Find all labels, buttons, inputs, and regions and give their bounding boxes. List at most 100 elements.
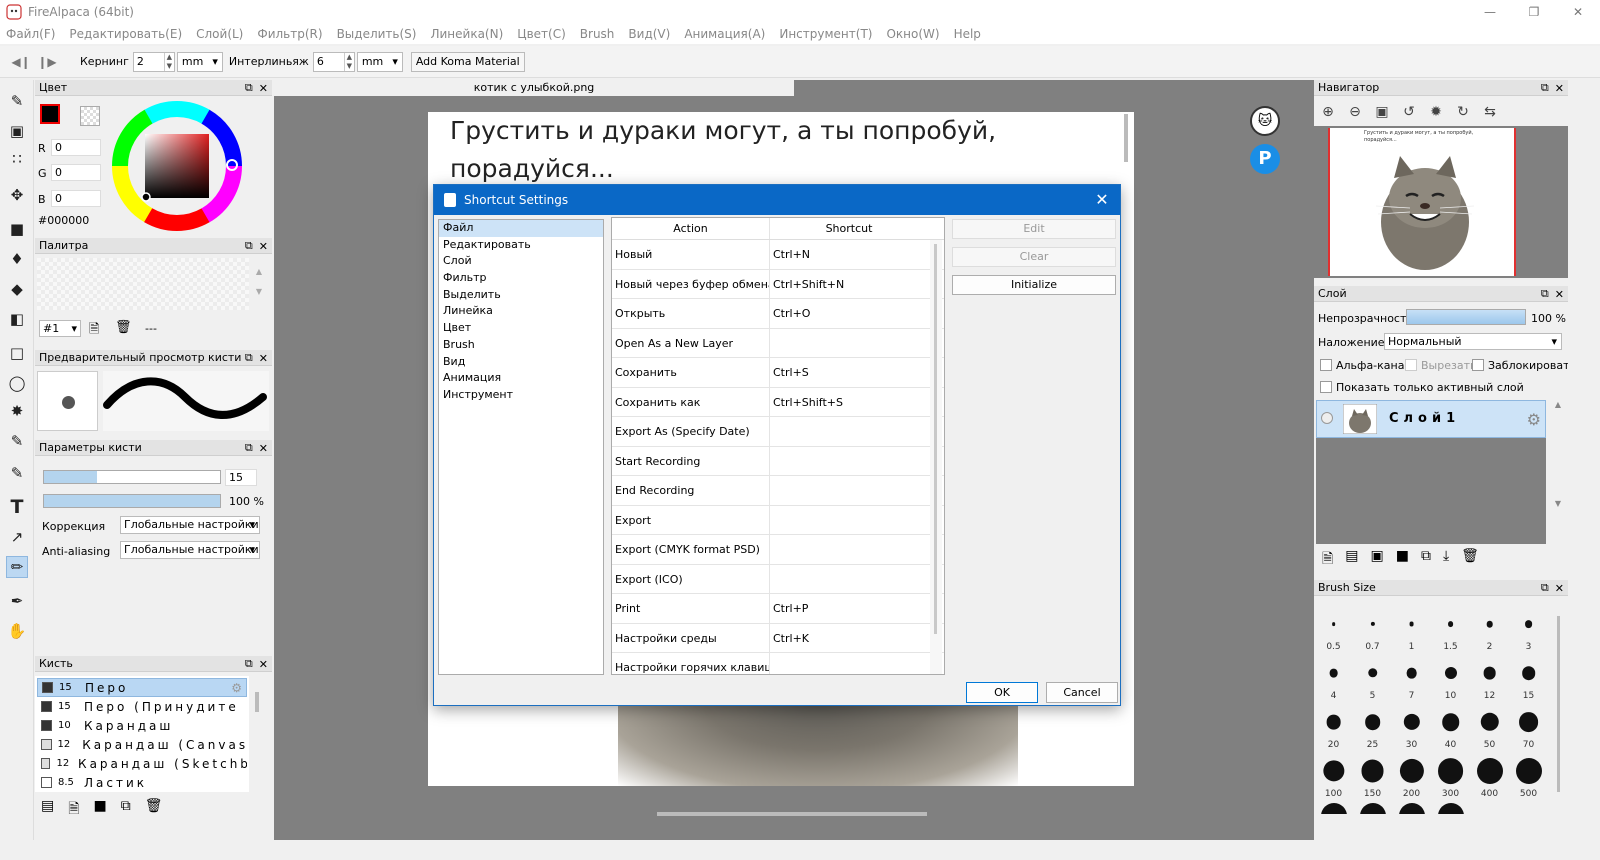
category-item-brush[interactable]: Brush — [439, 337, 603, 354]
float-icon[interactable]: ⧉ — [245, 239, 253, 253]
table-row[interactable]: Export As (Specify Date) — [612, 417, 944, 447]
zoom-fit-icon[interactable]: ▣ — [1372, 102, 1392, 122]
pixiv-icon[interactable]: P — [1250, 144, 1280, 174]
brush-item-eraser[interactable]: 8.5 Ластик — [37, 773, 247, 792]
brush-list-scrollbar[interactable] — [255, 692, 259, 712]
palette-page-select[interactable]: #1 ▾ — [39, 320, 81, 337]
category-item-edit[interactable]: Редактировать — [439, 237, 603, 254]
table-scrollbar[interactable] — [930, 240, 942, 674]
menu-brush[interactable]: Brush — [580, 27, 615, 41]
delete-layer-icon[interactable]: 🗑 — [1461, 548, 1479, 572]
brush-size-option[interactable]: 0.7 — [1353, 606, 1392, 655]
kerning-stepper[interactable]: 2 ▲ ▼ — [132, 51, 175, 72]
menu-animation[interactable]: Анимация(A) — [684, 27, 765, 41]
color-wheel[interactable] — [111, 100, 243, 232]
select-rect-icon[interactable]: □ — [6, 342, 28, 364]
category-item-filter[interactable]: Фильтр — [439, 270, 603, 287]
brush-size-option[interactable]: 3 — [1509, 606, 1548, 655]
add-koma-material-button[interactable]: Add Koma Material — [410, 51, 525, 72]
brush-size-option[interactable]: 200 — [1392, 753, 1431, 802]
brush-size-option[interactable]: 1.5 — [1431, 606, 1470, 655]
menu-view[interactable]: Вид(V) — [628, 27, 670, 41]
alpha-lock-checkbox[interactable] — [1320, 359, 1332, 371]
brush-size-option[interactable]: 7 — [1392, 655, 1431, 704]
zoom-in-icon[interactable]: ⊕ — [1318, 102, 1338, 122]
close-icon[interactable]: ✕ — [1555, 582, 1564, 595]
brush-size-option[interactable]: 4 — [1314, 655, 1353, 704]
new-8bit-layer-icon[interactable]: ▤ — [1345, 548, 1358, 572]
folder-icon[interactable]: ■ — [94, 798, 107, 822]
table-row[interactable]: Открыть Ctrl+O — [612, 299, 944, 329]
eyedropper-icon[interactable]: ✒ — [6, 590, 28, 612]
brush-size-option[interactable]: 0.5 — [1314, 606, 1353, 655]
table-row[interactable]: Print Ctrl+P — [612, 594, 944, 624]
palette-scrollbar[interactable]: ▲ ▼ — [253, 262, 265, 310]
category-item-animation[interactable]: Анимация — [439, 370, 603, 387]
brush-size-option[interactable]: 30 — [1392, 704, 1431, 753]
menu-tool[interactable]: Инструмент(T) — [779, 27, 872, 41]
layer-scrollbar[interactable]: ▲ ▼ — [1552, 400, 1564, 544]
navigator-preview[interactable]: Грустить и дураки могут, а ты попробуй, … — [1314, 126, 1568, 278]
brush-settings-icon[interactable]: ▤ — [41, 798, 54, 822]
leading-stepper[interactable]: 6 ▲ ▼ — [312, 51, 355, 72]
brush-item-pencil-canvas[interactable]: 12 Карандаш (Canvas) — [37, 735, 247, 754]
rotate-right-icon[interactable]: ↻ — [1453, 102, 1473, 122]
brush-size-option[interactable]: 25 — [1353, 704, 1392, 753]
operation-tool-icon[interactable]: ↗ — [6, 526, 28, 548]
brush-size-option[interactable] — [1431, 802, 1470, 814]
close-icon[interactable]: ✕ — [259, 240, 268, 253]
close-window-icon[interactable]: ✕ — [1556, 0, 1600, 24]
duplicate-icon[interactable]: ⧉ — [121, 798, 131, 822]
table-row[interactable]: Новый Ctrl+N — [612, 240, 944, 270]
gradient-tool-icon[interactable]: ◧ — [6, 308, 28, 330]
brush-size-option[interactable]: 500 — [1509, 753, 1548, 802]
b-input[interactable]: 0 — [51, 190, 101, 207]
layer-opacity-slider[interactable] — [1406, 309, 1526, 325]
category-item-select[interactable]: Выделить — [439, 287, 603, 304]
table-row[interactable]: Сохранить Ctrl+S — [612, 358, 944, 388]
category-item-view[interactable]: Вид — [439, 354, 603, 371]
step-back-icon[interactable]: ◀❙ — [11, 55, 30, 69]
float-icon[interactable]: ⧉ — [1541, 287, 1549, 301]
ok-button[interactable]: OK — [966, 682, 1038, 703]
brush-size-option[interactable]: 10 — [1431, 655, 1470, 704]
cancel-button[interactable]: Cancel — [1046, 682, 1118, 703]
folder-icon[interactable]: ■ — [1396, 548, 1409, 572]
menu-color[interactable]: Цвет(C) — [517, 27, 566, 41]
column-action[interactable]: Action — [612, 218, 770, 239]
category-item-layer[interactable]: Слой — [439, 253, 603, 270]
background-color-swatch[interactable] — [80, 106, 100, 126]
menu-select[interactable]: Выделить(S) — [337, 27, 417, 41]
float-icon[interactable]: ⧉ — [1541, 81, 1549, 95]
menu-file[interactable]: Файл(F) — [6, 27, 55, 41]
brush-size-option[interactable] — [1392, 802, 1431, 814]
table-row[interactable]: Настройки горячих клавиш — [612, 653, 944, 674]
move-tool-icon[interactable]: ✥ — [6, 184, 28, 206]
brush-size-option[interactable]: 50 — [1470, 704, 1509, 753]
lock-checkbox[interactable] — [1472, 359, 1484, 371]
text-tool-icon[interactable]: T — [6, 496, 28, 518]
close-icon[interactable]: ✕ — [1555, 82, 1564, 95]
new-1bit-layer-icon[interactable]: ▣ — [1371, 548, 1384, 572]
zoom-out-icon[interactable]: ⊖ — [1345, 102, 1365, 122]
table-row[interactable]: Сохранить как Ctrl+Shift+S — [612, 387, 944, 417]
gear-icon[interactable]: ⚙ — [1527, 410, 1541, 429]
show-active-only-checkbox[interactable] — [1320, 381, 1332, 393]
duplicate-layer-icon[interactable]: ⧉ — [1421, 548, 1431, 572]
brush-size-slider[interactable] — [43, 470, 221, 484]
close-icon[interactable]: ✕ — [1555, 288, 1564, 301]
float-icon[interactable]: ⧉ — [245, 351, 253, 365]
category-item-ruler[interactable]: Линейка — [439, 303, 603, 320]
table-row[interactable]: Export (CMYK format PSD) — [612, 535, 944, 565]
float-icon[interactable]: ⧉ — [245, 441, 253, 455]
edit-button[interactable]: Edit — [952, 219, 1116, 239]
document-tab[interactable]: котик с улыбкой.png — [274, 80, 794, 96]
lasso-tool-icon[interactable]: ◯ — [6, 372, 28, 394]
canvas-hscroll[interactable] — [657, 812, 927, 816]
step-forward-icon[interactable]: ❙▶ — [37, 55, 56, 69]
layer-item[interactable]: Слой1 ⚙ — [1316, 400, 1546, 438]
category-item-tool[interactable]: Инструмент — [439, 387, 603, 404]
close-icon[interactable]: ✕ — [259, 442, 268, 455]
table-row[interactable]: End Recording — [612, 476, 944, 506]
restore-icon[interactable]: ❐ — [1512, 0, 1556, 24]
